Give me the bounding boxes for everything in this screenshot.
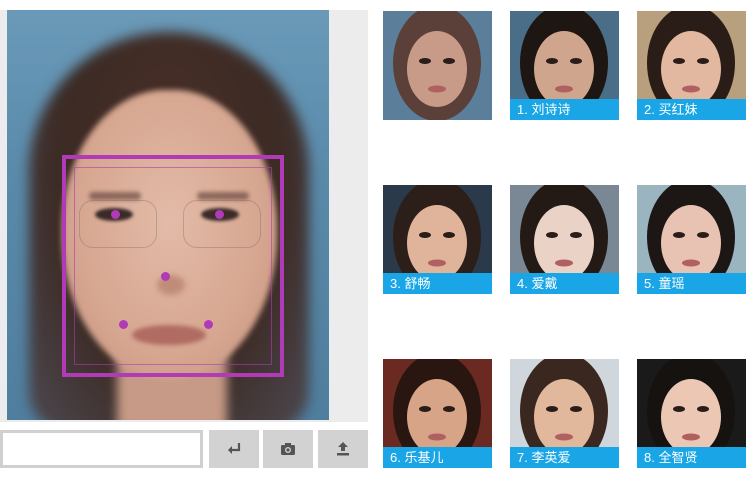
match-caption: 2. 买红妹 <box>637 99 746 120</box>
submit-button[interactable] <box>209 430 259 468</box>
landmark-right-eye <box>215 210 224 219</box>
match-thumb[interactable]: 1. 刘诗诗 <box>510 11 619 120</box>
image-url-input[interactable] <box>0 430 203 468</box>
match-thumb[interactable]: 6. 乐基儿 <box>383 359 492 468</box>
face-detection-box <box>62 155 284 377</box>
upload-button[interactable] <box>318 430 368 468</box>
cropped-face-thumb <box>383 11 492 120</box>
match-thumb[interactable]: 7. 李英爱 <box>510 359 619 468</box>
match-thumb[interactable]: 4. 爱戴 <box>510 185 619 294</box>
match-thumb[interactable]: 2. 买红妹 <box>637 11 746 120</box>
match-caption: 4. 爱戴 <box>510 273 619 294</box>
landmark-nose <box>161 272 170 281</box>
camera-icon <box>281 443 295 455</box>
average-face-image <box>7 10 329 420</box>
face-photo <box>383 11 492 120</box>
match-caption: 1. 刘诗诗 <box>510 99 619 120</box>
match-caption: 8. 全智贤 <box>637 447 746 468</box>
match-caption: 6. 乐基儿 <box>383 447 492 468</box>
match-caption: 5. 童瑶 <box>637 273 746 294</box>
match-caption: 3. 舒畅 <box>383 273 492 294</box>
face-match-app: 1. 刘诗诗 2. 买红妹 3. 舒畅 4. 爱戴 5. 童瑶 6. 乐基儿 7. 李英爱 8… <box>0 0 752 481</box>
landmark-left-eye <box>111 210 120 219</box>
match-caption: 7. 李英爱 <box>510 447 619 468</box>
camera-button[interactable] <box>263 430 313 468</box>
landmark-mouth-left <box>119 320 128 329</box>
match-thumb[interactable]: 3. 舒畅 <box>383 185 492 294</box>
face-detection-inner-box <box>74 167 272 365</box>
match-thumb[interactable]: 8. 全智贤 <box>637 359 746 468</box>
landmark-mouth-right <box>204 320 213 329</box>
enter-icon <box>228 443 241 454</box>
match-thumb[interactable]: 5. 童瑶 <box>637 185 746 294</box>
upload-icon <box>337 442 349 456</box>
